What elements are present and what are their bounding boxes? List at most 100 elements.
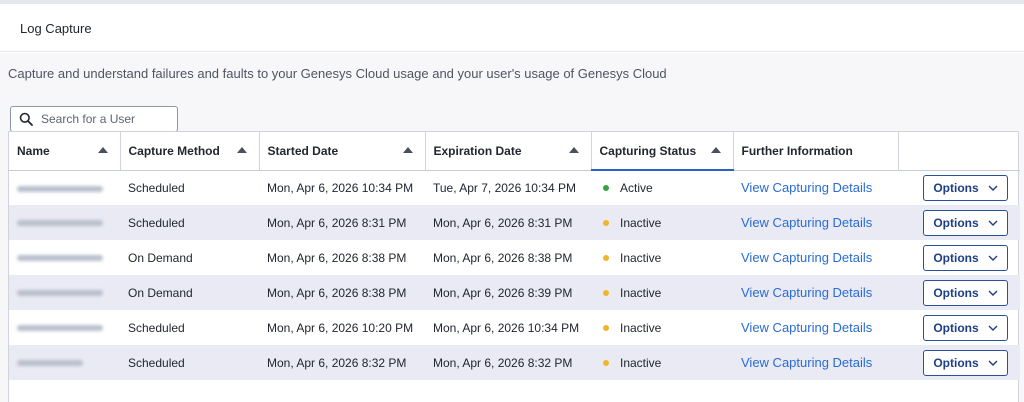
column-header-3[interactable]: Started Date xyxy=(259,132,426,171)
column-header-label: Started Date xyxy=(267,143,339,158)
options-button[interactable]: Options xyxy=(923,314,1008,341)
expiration-date-cell: Mon, Apr 6, 2026 8:39 PM xyxy=(425,275,591,310)
started-date-cell: Mon, Apr 6, 2026 8:38 PM xyxy=(267,250,407,265)
status-label: Inactive xyxy=(620,250,662,265)
user-name-cell xyxy=(9,345,120,380)
status-label: Inactive xyxy=(620,285,662,300)
view-capturing-details-link[interactable]: View Capturing Details xyxy=(741,355,872,370)
further-information-cell: View Capturing Details xyxy=(733,345,898,380)
further-information-cell: View Capturing Details xyxy=(733,240,898,275)
chevron-down-icon xyxy=(988,290,998,296)
capture-method-cell: Scheduled xyxy=(120,345,259,380)
column-header-label: Capture Method xyxy=(128,143,220,158)
redacted-user-name xyxy=(17,325,103,332)
redacted-user-name xyxy=(17,220,103,227)
capture-method-cell: Scheduled xyxy=(128,320,185,335)
status-badge: Inactive xyxy=(599,286,725,300)
expiration-date-cell: Mon, Apr 6, 2026 8:31 PM xyxy=(425,205,591,240)
chevron-down-icon xyxy=(988,360,998,366)
options-button[interactable]: Options xyxy=(923,244,1008,271)
status-label: Inactive xyxy=(620,215,662,230)
options-cell: Options xyxy=(898,310,1020,345)
view-capturing-details-link[interactable]: View Capturing Details xyxy=(741,320,872,335)
redacted-user-name xyxy=(17,360,83,367)
capturing-status-cell: Inactive xyxy=(591,240,733,275)
options-cell: Options xyxy=(898,345,1020,380)
status-label: Inactive xyxy=(620,320,662,335)
options-cell: Options xyxy=(898,205,1020,240)
options-cell: Options xyxy=(898,240,1020,275)
expiration-date-cell: Mon, Apr 6, 2026 10:34 PM xyxy=(433,320,580,335)
options-cell: Options xyxy=(898,170,1020,205)
status-dot-icon xyxy=(603,359,609,366)
view-capturing-details-link[interactable]: View Capturing Details xyxy=(741,180,872,195)
chevron-down-icon xyxy=(988,255,998,261)
capturing-status-cell: Inactive xyxy=(591,275,733,310)
redacted-user-name xyxy=(17,290,103,297)
column-header-label: Expiration Date xyxy=(433,143,522,158)
expiration-date-cell: Tue, Apr 7, 2026 10:34 PM xyxy=(433,180,576,195)
status-badge: Inactive xyxy=(599,356,725,370)
view-capturing-details-link[interactable]: View Capturing Details xyxy=(741,215,872,230)
capturing-status-cell: Active xyxy=(591,170,733,205)
further-information-cell: View Capturing Details xyxy=(733,205,898,240)
column-header-label: Further Information xyxy=(741,143,853,158)
view-capturing-details-link[interactable]: View Capturing Details xyxy=(741,285,872,300)
options-cell: Options xyxy=(898,275,1020,310)
status-dot-icon xyxy=(603,324,609,331)
table-row: On Demand Mon, Apr 6, 2026 8:38 PM Mon, Ap… xyxy=(9,240,1020,275)
further-information-cell: View Capturing Details xyxy=(733,170,898,205)
view-capturing-details-link[interactable]: View Capturing Details xyxy=(741,250,872,265)
sort-ascending-icon[interactable] xyxy=(236,147,247,153)
options-button[interactable]: Options xyxy=(923,209,1008,236)
table-row: Scheduled Mon, Apr 6, 2026 8:32 PM Mon, Ap… xyxy=(9,345,1020,380)
capture-method-cell: Scheduled xyxy=(128,180,185,195)
options-button-label: Options xyxy=(933,320,979,335)
options-button-label: Options xyxy=(933,215,979,230)
sort-ascending-icon[interactable] xyxy=(568,147,579,153)
status-dot-icon xyxy=(603,254,609,261)
options-button[interactable]: Options xyxy=(923,279,1008,306)
column-header-7 xyxy=(898,132,1020,171)
chevron-down-icon xyxy=(988,325,998,331)
options-button-label: Options xyxy=(933,285,979,300)
search-box[interactable] xyxy=(10,106,178,132)
capturing-status-cell: Inactive xyxy=(591,310,733,345)
capturing-status-cell: Inactive xyxy=(591,205,733,240)
table-header-row: Name Capture Method Started Date Expiration… xyxy=(9,132,1020,171)
page-header: Log Capture xyxy=(0,4,1024,52)
status-label: Inactive xyxy=(620,355,662,370)
chevron-down-icon xyxy=(988,220,998,226)
expiration-date-cell: Mon, Apr 6, 2026 8:38 PM xyxy=(433,250,573,265)
options-button[interactable]: Options xyxy=(923,174,1008,201)
further-information-cell: View Capturing Details xyxy=(733,275,898,310)
sort-ascending-icon[interactable] xyxy=(97,147,108,153)
options-button-label: Options xyxy=(933,355,979,370)
table-row: Scheduled Mon, Apr 6, 2026 8:31 PM Mon, Ap… xyxy=(9,205,1020,240)
status-badge: Active xyxy=(599,181,725,195)
search-input[interactable] xyxy=(41,112,161,126)
main-content: Capture and understand failures and faul… xyxy=(0,53,1024,402)
status-badge: Inactive xyxy=(599,251,725,265)
user-name-cell xyxy=(9,240,120,275)
sort-ascending-icon[interactable] xyxy=(402,147,413,153)
sort-ascending-icon[interactable] xyxy=(710,147,721,153)
options-button[interactable]: Options xyxy=(923,349,1008,376)
expiration-date-cell: Mon, Apr 6, 2026 8:32 PM xyxy=(425,345,591,380)
search-icon xyxy=(19,112,33,126)
user-name-cell xyxy=(9,170,120,205)
chevron-down-icon xyxy=(988,185,998,191)
capturing-status-cell: Inactive xyxy=(591,345,733,380)
table-row: On Demand Mon, Apr 6, 2026 8:38 PM Mon, Ap… xyxy=(9,275,1020,310)
status-dot-icon xyxy=(603,219,609,226)
column-header-1[interactable]: Name xyxy=(9,132,121,171)
started-date-cell: Mon, Apr 6, 2026 8:38 PM xyxy=(259,275,425,310)
table-row: Scheduled Mon, Apr 6, 2026 10:20 PM Mon, A… xyxy=(9,310,1020,345)
further-information-cell: View Capturing Details xyxy=(733,310,898,345)
user-name-cell xyxy=(9,205,120,240)
column-header-5[interactable]: Capturing Status xyxy=(591,132,734,171)
column-header-4[interactable]: Expiration Date xyxy=(425,132,592,171)
user-name-cell xyxy=(9,275,120,310)
started-date-cell: Mon, Apr 6, 2026 10:34 PM xyxy=(267,180,414,195)
column-header-2[interactable]: Capture Method xyxy=(120,132,260,171)
